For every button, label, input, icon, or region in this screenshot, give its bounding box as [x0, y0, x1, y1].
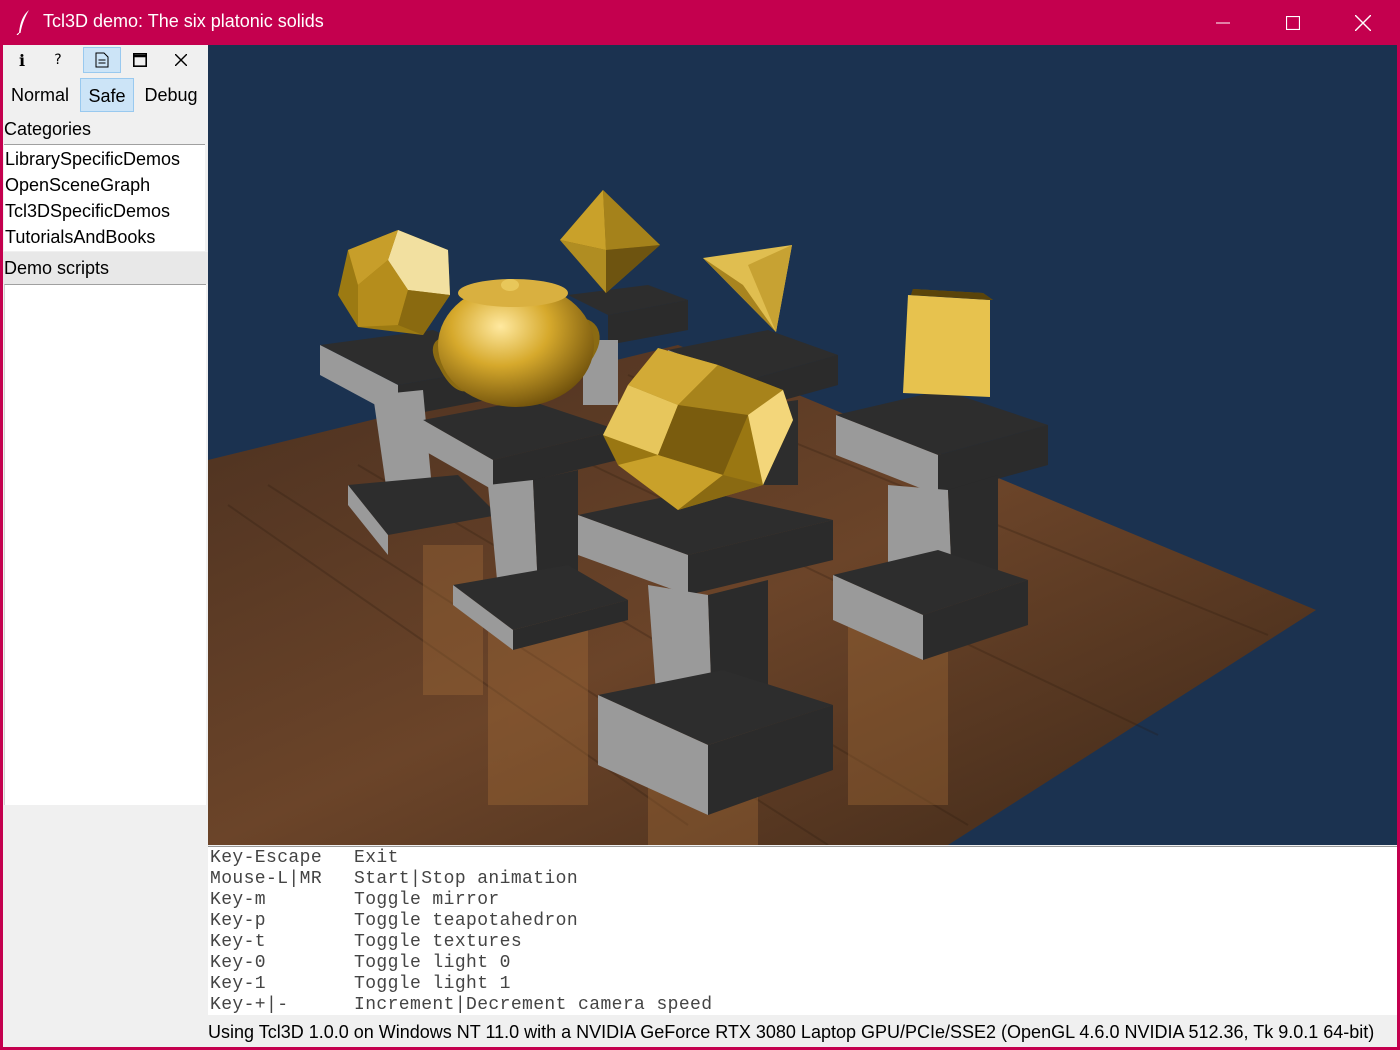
window-icon: [133, 53, 147, 67]
document-button[interactable]: [83, 47, 121, 73]
mode-selector: Normal Safe Debug: [3, 78, 208, 114]
help-key: Key-Escape: [210, 848, 323, 868]
octahedron-solid: [560, 190, 660, 293]
tetrahedron-solid: [703, 245, 792, 332]
title-bar[interactable]: Tcl3D demo: The six platonic solids: [0, 0, 1400, 45]
toolbar: i ?: [3, 47, 208, 75]
help-key: Key-0: [210, 953, 267, 973]
exit-button[interactable]: [162, 47, 200, 73]
app-window: Tcl3D demo: The six platonic solids i ?: [0, 0, 1400, 1050]
minimize-button[interactable]: [1188, 0, 1258, 45]
help-desc: Toggle light 0: [354, 953, 511, 973]
help-desc: Increment|Decrement camera speed: [354, 995, 713, 1015]
mode-safe-button[interactable]: Safe: [80, 78, 134, 112]
status-bar: Using Tcl3D 1.0.0 on Windows NT 11.0 wit…: [208, 1017, 1397, 1047]
demo-scripts-list[interactable]: [4, 284, 206, 805]
window-button[interactable]: [121, 47, 159, 73]
info-button[interactable]: i: [3, 47, 41, 73]
list-item[interactable]: Tcl3DSpecificDemos: [5, 201, 170, 222]
teapot-solid: [432, 279, 600, 407]
help-icon: ?: [54, 52, 62, 68]
demo-scripts-label: Demo scripts: [4, 258, 110, 278]
status-text: Using Tcl3D 1.0.0 on Windows NT 11.0 wit…: [208, 1022, 1375, 1042]
maximize-icon: [1286, 15, 1300, 30]
opengl-viewport[interactable]: [208, 45, 1397, 845]
left-panel: i ? Normal Safe Debug Categories Library…: [3, 45, 208, 1047]
help-desc: Toggle mirror: [354, 890, 500, 910]
platonic-solids-scene: [208, 190, 1316, 845]
info-icon: i: [18, 50, 26, 70]
close-button[interactable]: [1328, 0, 1398, 45]
help-desc: Toggle teapotahedron: [354, 911, 579, 931]
help-key: Mouse-L|MR: [210, 869, 323, 889]
key-help-panel: Key-Escape Exit Mouse-L|MR Start|Stop anim…: [208, 846, 1397, 1015]
mode-debug-button[interactable]: Debug: [136, 78, 206, 112]
client-area: i ? Normal Safe Debug Categories Library…: [3, 45, 1397, 1047]
list-item[interactable]: TutorialsAndBooks: [5, 227, 155, 248]
feather-icon: [16, 10, 29, 35]
maximize-button[interactable]: [1258, 0, 1328, 45]
close-icon: [1355, 14, 1371, 31]
list-item[interactable]: LibrarySpecificDemos: [5, 149, 180, 170]
cube-solid: [903, 289, 993, 397]
dodecahedron-solid: [338, 230, 450, 335]
help-desc: Exit: [354, 848, 399, 868]
help-key: Key-t: [210, 932, 267, 952]
help-key: Key-m: [210, 890, 267, 910]
minimize-icon: [1216, 22, 1230, 23]
close-icon: [175, 54, 187, 66]
help-key: Key-p: [210, 911, 267, 931]
help-button[interactable]: ?: [39, 47, 77, 73]
help-desc: Start|Stop animation: [354, 869, 579, 889]
mode-normal-button[interactable]: Normal: [3, 78, 77, 112]
list-item[interactable]: OpenSceneGraph: [5, 175, 150, 196]
window-title: Tcl3D demo: The six platonic solids: [43, 11, 324, 31]
categories-label: Categories: [4, 119, 92, 139]
document-icon: [95, 52, 109, 68]
help-key: Key-1: [210, 974, 267, 994]
help-key: Key-+|-: [210, 995, 289, 1015]
help-desc: Toggle textures: [354, 932, 523, 952]
help-desc: Toggle light 1: [354, 974, 511, 994]
categories-list[interactable]: LibrarySpecificDemos OpenSceneGraph Tcl3…: [4, 144, 205, 251]
